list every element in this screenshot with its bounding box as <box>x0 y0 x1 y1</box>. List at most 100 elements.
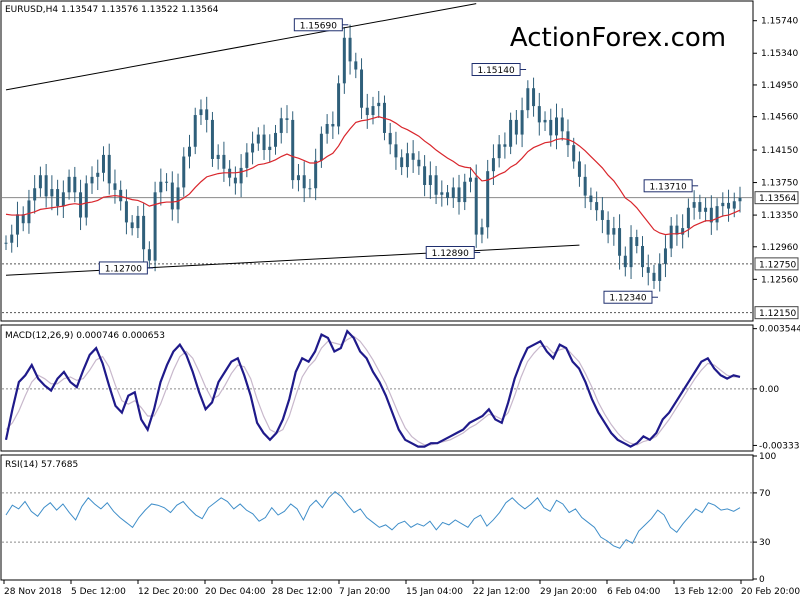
candle-body <box>555 117 558 136</box>
candle-body <box>606 219 610 235</box>
candle-body <box>635 237 639 246</box>
candle-body <box>176 187 180 210</box>
candle-body <box>463 181 467 203</box>
macd-panel-frame <box>0 324 754 452</box>
candle-body <box>509 119 513 147</box>
candle-body <box>262 134 266 151</box>
candle-body <box>73 176 77 193</box>
candle-body <box>451 187 455 199</box>
candle-body <box>428 175 432 185</box>
candle-body <box>434 175 438 195</box>
price-tick-label: 1.12960 <box>761 243 798 253</box>
rsi-tick-label: 0 <box>759 575 765 585</box>
candle-body <box>360 69 364 108</box>
candle-body <box>543 119 547 123</box>
candle-body <box>222 154 226 169</box>
candle-body <box>663 248 667 264</box>
candle-body <box>600 210 604 220</box>
candle-body <box>90 176 94 184</box>
candle-body <box>704 207 708 212</box>
candle-body <box>354 61 358 70</box>
candle-body <box>721 202 725 207</box>
candle-body <box>33 188 37 201</box>
time-tick-label: 22 Jan 12:00 <box>473 587 530 597</box>
candle-body <box>274 132 278 147</box>
candle-body <box>365 107 369 116</box>
candle-body <box>199 109 203 116</box>
candle-body <box>400 157 404 168</box>
rsi-line <box>5 491 741 549</box>
candle-body <box>44 175 48 197</box>
candle-body <box>514 119 518 135</box>
rsi-tick-label: 70 <box>759 489 771 499</box>
candle-body <box>205 109 209 120</box>
candle-body <box>623 255 627 268</box>
time-tick-label: 20 Feb 20:00 <box>741 587 800 597</box>
candle-body <box>566 131 570 146</box>
pivot-label: 1.15140 <box>471 63 527 77</box>
time-tick-label: 28 Dec 12:00 <box>272 587 333 597</box>
candle-body <box>124 201 128 223</box>
candle-body <box>285 118 289 120</box>
chart-container: ActionForex.com 1.15690 1.15140 1.13710 1.1… <box>0 0 800 600</box>
candle-body <box>291 119 295 181</box>
price-tick-label: 1.15340 <box>761 49 798 59</box>
candle-body <box>474 177 478 235</box>
candle-body <box>251 143 255 153</box>
candle-body <box>411 153 415 160</box>
rsi-title: RSI(14) 57.7685 <box>5 460 78 470</box>
candle-body <box>142 215 146 250</box>
candle-body <box>268 146 272 151</box>
candle-body <box>233 177 237 184</box>
candle-body <box>652 272 656 281</box>
price-tick-label: 1.13350 <box>761 211 798 221</box>
candle-body <box>417 159 421 167</box>
price-tick-label: 1.12560 <box>761 275 798 285</box>
candle-body <box>658 263 662 281</box>
candle-body <box>440 192 444 195</box>
candle-body <box>618 228 622 256</box>
candle-body <box>245 152 249 168</box>
candle-body <box>159 181 163 193</box>
time-axis: 28 Nov 2018 5 Dec 12:00 12 Dec 20:00 20 Dec… <box>3 580 800 597</box>
candle-body <box>256 134 260 144</box>
candle-body <box>503 144 507 147</box>
candle-body <box>738 198 742 202</box>
candle-body <box>337 83 341 127</box>
candle-body <box>147 249 151 261</box>
candle-body <box>583 176 587 196</box>
macd-title: MACD(12,26,9) 0.000746 0.000653 <box>5 331 165 341</box>
trendline <box>5 3 477 91</box>
macd-tick-label: 0.00 <box>759 385 779 395</box>
price-axis: 1.15740 1.15340 1.14950 1.14560 1.14150 1.137… <box>753 17 799 320</box>
time-tick-label: 20 Dec 04:00 <box>205 587 266 597</box>
price-level-label: 1.12750 <box>754 257 799 271</box>
candle-body <box>394 144 398 158</box>
chart-svg: ActionForex.com 1.15690 1.15140 1.13710 1.1… <box>0 0 800 597</box>
candle-body <box>371 106 375 116</box>
pivot-value: 1.15690 <box>300 21 337 31</box>
pivot-value: 1.12340 <box>609 294 646 304</box>
candle-body <box>193 115 197 147</box>
candle-body <box>612 228 616 235</box>
time-tick-label: 29 Jan 20:00 <box>540 587 597 597</box>
price-level-value: 1.12750 <box>759 260 796 270</box>
candle-body <box>67 176 71 193</box>
candle-body <box>319 133 323 161</box>
moving-average-series <box>5 116 741 236</box>
candle-body <box>457 187 461 203</box>
time-tick-label: 15 Jan 04:00 <box>406 587 463 597</box>
candle-body <box>342 37 346 84</box>
candle-body <box>423 166 427 185</box>
candle-body <box>686 207 690 229</box>
candle-body <box>130 222 134 229</box>
candle-body <box>182 156 186 188</box>
candle-body <box>210 119 214 159</box>
candle-body <box>119 189 123 202</box>
time-tick-label: 28 Nov 2018 <box>4 587 62 597</box>
candle-body <box>279 118 283 133</box>
candle-body <box>388 132 392 145</box>
price-tick-label: 1.14150 <box>761 146 798 156</box>
candle-body <box>38 175 42 189</box>
candle-body <box>10 234 14 243</box>
